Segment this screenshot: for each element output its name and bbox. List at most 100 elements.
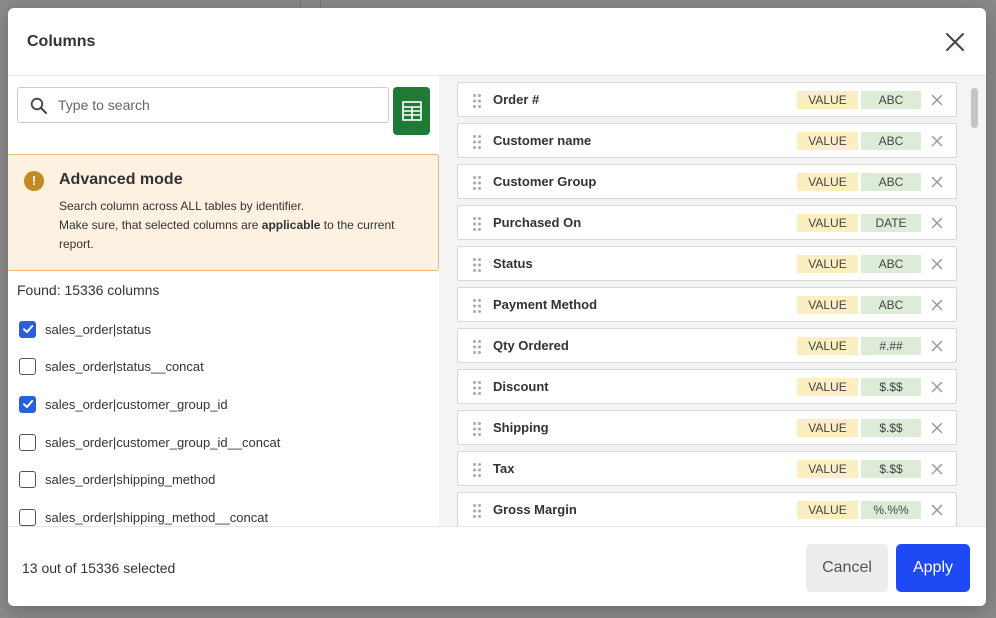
type-badge[interactable]: ABC	[861, 91, 921, 109]
type-badge[interactable]: $.$$	[861, 419, 921, 437]
kind-badge[interactable]: VALUE	[797, 214, 858, 232]
remove-icon[interactable]	[930, 298, 944, 312]
drag-handle-icon[interactable]	[472, 257, 482, 273]
selected-column-row[interactable]: Purchased On VALUE DATE	[457, 205, 957, 240]
checkbox[interactable]	[19, 508, 36, 526]
remove-icon[interactable]	[930, 503, 944, 517]
drag-handle-icon[interactable]	[472, 93, 482, 109]
kind-badge[interactable]: VALUE	[797, 255, 858, 273]
drag-handle-icon[interactable]	[472, 421, 482, 437]
column-label: sales_order|status__concat	[45, 358, 204, 374]
column-name: Qty Ordered	[493, 338, 569, 353]
advanced-line1: Search column across ALL tables by ident…	[59, 199, 305, 213]
remove-icon[interactable]	[930, 380, 944, 394]
kind-badge[interactable]: VALUE	[797, 460, 858, 478]
advanced-mode-notice: ! Advanced mode Search column across ALL…	[8, 154, 439, 271]
search-icon	[30, 97, 47, 114]
selected-column-row[interactable]: Tax VALUE $.$$	[457, 451, 957, 486]
column-name: Order #	[493, 92, 540, 107]
kind-badge[interactable]: VALUE	[797, 91, 858, 109]
spreadsheet-icon	[401, 101, 422, 121]
selected-column-row[interactable]: Customer Group VALUE ABC	[457, 164, 957, 199]
bg-divider	[300, 0, 301, 8]
remove-icon[interactable]	[930, 175, 944, 189]
found-count: Found: 15336 columns	[17, 282, 160, 298]
drag-handle-icon[interactable]	[472, 216, 482, 232]
kind-badge[interactable]: VALUE	[797, 337, 858, 355]
list-item[interactable]: sales_order|status	[19, 318, 151, 340]
type-badge[interactable]: ABC	[861, 255, 921, 273]
type-badge[interactable]: ABC	[861, 296, 921, 314]
type-badge[interactable]: ABC	[861, 173, 921, 191]
column-name: Status	[493, 256, 533, 271]
checkbox[interactable]	[19, 470, 36, 488]
kind-badge[interactable]: VALUE	[797, 378, 858, 396]
remove-icon[interactable]	[930, 421, 944, 435]
remove-icon[interactable]	[930, 216, 944, 230]
cancel-button[interactable]: Cancel	[806, 544, 888, 592]
search-box[interactable]	[17, 87, 389, 123]
spreadsheet-button[interactable]	[393, 87, 430, 135]
selected-column-row[interactable]: Customer name VALUE ABC	[457, 123, 957, 158]
list-item[interactable]: sales_order|customer_group_id	[19, 393, 228, 415]
type-badge[interactable]: $.$$	[861, 378, 921, 396]
selected-columns-pane: Order # VALUE ABC Customer name VALUE ABC Cust…	[439, 76, 986, 526]
bg-edge-left	[0, 0, 8, 618]
type-badge[interactable]: $.$$	[861, 460, 921, 478]
advanced-mode-title: Advanced mode	[59, 171, 183, 188]
remove-icon[interactable]	[930, 257, 944, 271]
drag-handle-icon[interactable]	[472, 175, 482, 191]
scrollbar[interactable]	[971, 88, 978, 128]
kind-badge[interactable]: VALUE	[797, 296, 858, 314]
list-item[interactable]: sales_order|shipping_method__concat	[19, 506, 268, 526]
modal-footer: 13 out of 15336 selected Cancel Apply	[8, 526, 986, 606]
drag-handle-icon[interactable]	[472, 503, 482, 519]
selected-column-row[interactable]: Shipping VALUE $.$$	[457, 410, 957, 445]
selected-count: 13 out of 15336 selected	[22, 560, 176, 576]
list-item[interactable]: sales_order|status__concat	[19, 355, 204, 377]
column-name: Purchased On	[493, 215, 582, 230]
checkbox[interactable]	[19, 320, 36, 338]
type-badge[interactable]: %.%%	[861, 501, 921, 519]
drag-handle-icon[interactable]	[472, 339, 482, 355]
column-name: Payment Method	[493, 297, 598, 312]
selected-column-row[interactable]: Gross Margin VALUE%.%%	[457, 492, 957, 526]
selected-column-row[interactable]: Qty Ordered VALUE #.##	[457, 328, 957, 363]
selected-column-row[interactable]: Status VALUE ABC	[457, 246, 957, 281]
column-name: Discount	[493, 379, 549, 394]
checkbox[interactable]	[19, 357, 36, 375]
drag-handle-icon[interactable]	[472, 298, 482, 314]
remove-icon[interactable]	[930, 462, 944, 476]
type-badge[interactable]: ABC	[861, 132, 921, 150]
column-name: Gross Margin	[493, 502, 577, 517]
close-icon[interactable]	[944, 31, 966, 53]
remove-icon[interactable]	[930, 134, 944, 148]
column-name: Shipping	[493, 420, 549, 435]
selected-column-row[interactable]: Discount VALUE $.$$	[457, 369, 957, 404]
drag-handle-icon[interactable]	[472, 134, 482, 150]
type-badge[interactable]: #.##	[861, 337, 921, 355]
list-item[interactable]: sales_order|shipping_method	[19, 468, 215, 490]
checkbox[interactable]	[19, 395, 36, 413]
drag-handle-icon[interactable]	[472, 462, 482, 478]
selected-column-row[interactable]: Payment Method VALUE ABC	[457, 287, 957, 322]
kind-badge[interactable]: VALUE	[797, 419, 858, 437]
selected-column-row[interactable]: Order # VALUE ABC	[457, 82, 957, 117]
bg-divider	[320, 0, 321, 8]
drag-handle-icon[interactable]	[472, 380, 482, 396]
columns-modal: Columns ! Advanced mode Search column ac…	[8, 8, 986, 606]
apply-button[interactable]: Apply	[896, 544, 970, 592]
modal-title: Columns	[27, 33, 96, 50]
remove-icon[interactable]	[930, 93, 944, 107]
advanced-line2-bold: applicable	[261, 218, 321, 232]
list-item[interactable]: sales_order|customer_group_id__concat	[19, 431, 280, 453]
checkbox[interactable]	[19, 433, 36, 451]
kind-badge[interactable]: VALUE	[797, 132, 858, 150]
kind-badge[interactable]: VALUE	[797, 501, 858, 519]
column-label: sales_order|shipping_method__concat	[45, 509, 269, 525]
search-input[interactable]	[58, 88, 383, 122]
type-badge[interactable]: DATE	[861, 214, 921, 232]
remove-icon[interactable]	[930, 339, 944, 353]
exclamation-icon: !	[24, 171, 44, 191]
kind-badge[interactable]: VALUE	[797, 173, 858, 191]
